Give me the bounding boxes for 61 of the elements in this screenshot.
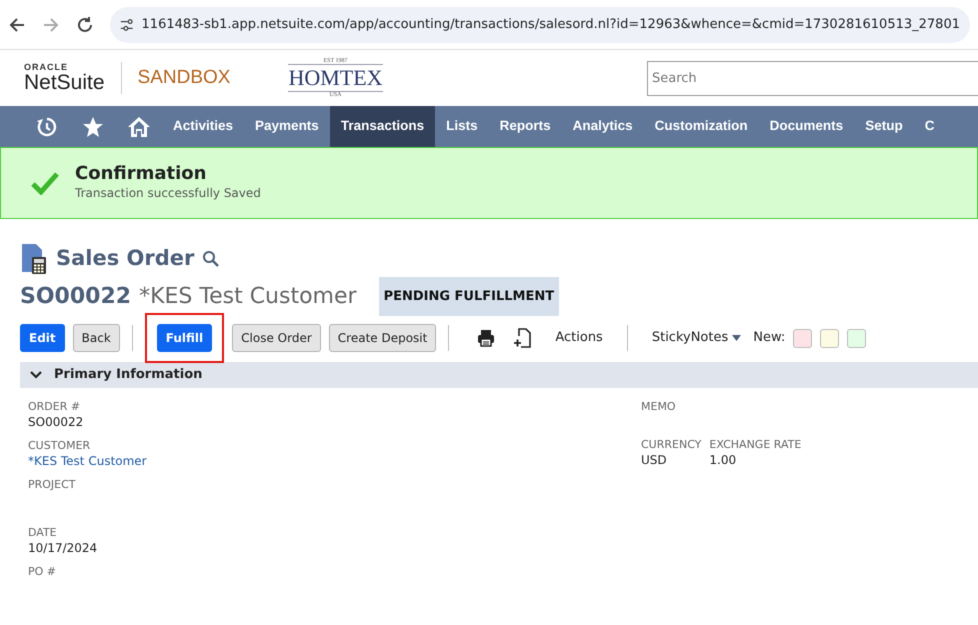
nav-tab[interactable]: Reports [488, 106, 562, 147]
field-value: 1.00 [709, 452, 738, 470]
nav-tab[interactable]: Payments [244, 106, 330, 147]
search-field[interactable]: Search [647, 60, 978, 96]
record-name: *KES Test Customer [139, 282, 357, 311]
confirmation-message: Transaction successfully Saved [75, 184, 261, 202]
actions-menu[interactable]: Actions [555, 328, 603, 348]
confirmation-title: Confirmation [75, 164, 208, 184]
new-note-swatch[interactable] [847, 328, 866, 348]
document-calculator-icon [20, 244, 48, 274]
field-label: CUSTOMER [28, 439, 92, 452]
star-icon[interactable] [82, 116, 104, 138]
back-icon[interactable] [8, 16, 26, 34]
field-label: MEMO [641, 400, 677, 414]
address-bar[interactable]: 1161483-sb1.app.netsuite.com/app/accounting/transactions/salesord.nl?id=12963&whence=&cmid=1730281610513_27801 [110, 6, 970, 42]
nav-tab[interactable]: Activities [162, 106, 244, 147]
nav-tab[interactable]: Lists [435, 106, 489, 147]
field-label: EXCHANGE RATE [709, 438, 802, 452]
new-note-swatch[interactable] [793, 328, 812, 348]
nav-tab[interactable]: Analytics [562, 106, 644, 147]
status-label: PENDING FULFILLMENT [378, 276, 560, 316]
add-document-icon[interactable] [513, 328, 532, 348]
nav-tab[interactable]: Transactions [330, 106, 436, 147]
nav-tab[interactable]: Setup [854, 106, 914, 147]
field-label: CURRENCY [641, 438, 702, 452]
environment-label: SANDBOX [138, 66, 230, 90]
field-value: 10/17/2024 [28, 540, 98, 557]
reload-icon[interactable] [76, 16, 94, 34]
logo-text: ORACLE [24, 63, 69, 72]
logo-text: NetSuite [24, 72, 105, 93]
section-header[interactable]: Primary Information [20, 362, 978, 388]
field-label: PROJECT [28, 478, 77, 492]
new-note-label: New: [753, 329, 786, 348]
toolbar-button[interactable]: Edit [20, 324, 65, 352]
chevron-down-icon [30, 370, 42, 380]
page-title: Sales Order [56, 245, 194, 272]
search-icon[interactable] [202, 250, 220, 268]
sticky-notes-menu[interactable]: StickyNotes [652, 328, 742, 348]
record-number: SO00022 [20, 282, 132, 311]
nav-tab[interactable]: Customization [644, 106, 759, 147]
field-value: SO00022 [28, 414, 84, 432]
nav-tab[interactable]: Documents [758, 106, 854, 147]
field-label: PO # [28, 564, 58, 578]
toolbar-button[interactable]: Back [72, 324, 120, 352]
printer-icon[interactable] [477, 329, 496, 347]
nav-tab[interactable]: C [914, 106, 946, 147]
forward-icon[interactable] [42, 16, 60, 34]
caret-icon [732, 335, 742, 341]
field-link[interactable]: *KES Test Customer [28, 452, 641, 470]
recent-icon[interactable] [36, 116, 58, 138]
home-icon[interactable] [128, 116, 150, 138]
field-label: ORDER # [28, 400, 82, 414]
site-settings-icon[interactable] [120, 16, 134, 32]
field-label: DATE [28, 526, 58, 539]
toolbar-button[interactable]: Close Order [232, 324, 321, 352]
company-logo-text: HOMTEX [288, 64, 383, 92]
new-note-swatch[interactable] [820, 328, 840, 348]
field-value: USD [641, 452, 668, 470]
checkmark-icon [31, 171, 59, 195]
toolbar-button[interactable]: Fulfill [156, 324, 212, 352]
toolbar-button[interactable]: Create Deposit [328, 324, 436, 352]
